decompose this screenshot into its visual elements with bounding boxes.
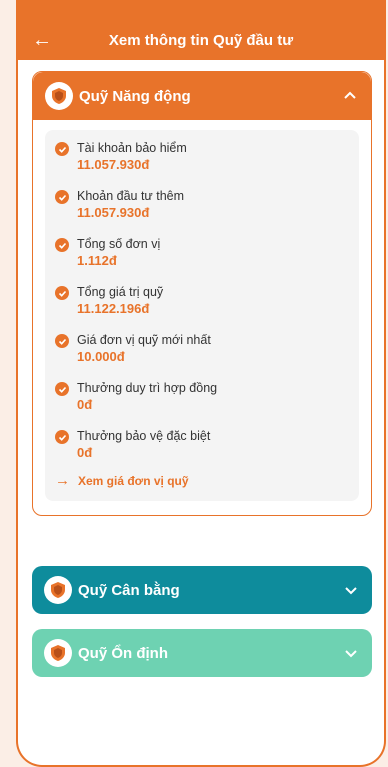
detail-label: Thưởng bảo vệ đặc biệt: [77, 429, 211, 443]
link-label: Xem giá đơn vị quỹ: [78, 473, 189, 488]
fund-header-on-dinh[interactable]: Quỹ Ổn định: [32, 629, 372, 677]
view-unit-price-link[interactable]: → Xem giá đơn vị quỹ: [55, 472, 349, 489]
detail-label: Tài khoản bảo hiểm: [77, 141, 187, 155]
fund-card-can-bang: Quỹ Cân bằng: [32, 566, 372, 614]
shield-icon: [44, 576, 72, 604]
detail-row: Tổng giá trị quỹ 11.122.196đ: [55, 284, 349, 318]
detail-row: Tài khoản bảo hiểm 11.057.930đ: [55, 140, 349, 174]
fund-title: Quỹ Ổn định: [78, 644, 168, 662]
detail-row: Tổng số đơn vị 1.112đ: [55, 236, 349, 270]
arrow-right-icon: →: [55, 472, 70, 489]
detail-value: 11.122.196đ: [77, 301, 150, 316]
detail-value: 0đ: [77, 445, 93, 460]
page-title: Xem thông tin Quỹ đầu tư: [108, 31, 294, 49]
detail-value: 10.000đ: [77, 349, 125, 364]
detail-value: 0đ: [77, 397, 93, 412]
check-icon: [55, 334, 69, 348]
detail-value: 11.057.930đ: [77, 157, 150, 172]
app-header: ← Xem thông tin Quỹ đầu tư: [18, 0, 384, 60]
phone-frame: ← Xem thông tin Quỹ đầu tư Quỹ Năng động…: [16, 0, 386, 767]
detail-value: 11.057.930đ: [77, 205, 150, 220]
back-arrow-icon[interactable]: ←: [32, 30, 52, 50]
chevron-up-icon[interactable]: [341, 87, 359, 105]
fund-card-nang-dong: Quỹ Năng động Tài khoản bảo hiểm 11.057.…: [32, 71, 372, 516]
detail-row: Thưởng duy trì hợp đồng 0đ: [55, 380, 349, 414]
check-icon: [55, 382, 69, 396]
check-icon: [55, 430, 69, 444]
detail-row: Giá đơn vị quỹ mới nhất 10.000đ: [55, 332, 349, 366]
detail-label: Thưởng duy trì hợp đồng: [77, 381, 218, 395]
fund-title: Quỹ Năng động: [79, 87, 191, 105]
detail-label: Tổng số đơn vị: [77, 237, 161, 251]
fund-details-panel: Tài khoản bảo hiểm 11.057.930đ Khoản đầu…: [45, 130, 359, 501]
fund-title: Quỹ Cân bằng: [78, 581, 180, 599]
check-icon: [55, 238, 69, 252]
chevron-down-icon[interactable]: [342, 581, 360, 599]
check-icon: [55, 190, 69, 204]
fund-header-nang-dong[interactable]: Quỹ Năng động: [33, 72, 371, 120]
chevron-down-icon[interactable]: [342, 644, 360, 662]
detail-row: Khoản đầu tư thêm 11.057.930đ: [55, 188, 349, 222]
detail-value: 1.112đ: [77, 253, 117, 268]
detail-label: Tổng giá trị quỹ: [77, 285, 164, 299]
detail-label: Khoản đầu tư thêm: [77, 189, 185, 203]
fund-header-can-bang[interactable]: Quỹ Cân bằng: [32, 566, 372, 614]
check-icon: [55, 286, 69, 300]
detail-row: Thưởng bảo vệ đặc biệt 0đ: [55, 428, 349, 462]
fund-card-on-dinh: Quỹ Ổn định: [32, 629, 372, 677]
shield-icon: [45, 82, 73, 110]
detail-label: Giá đơn vị quỹ mới nhất: [77, 333, 211, 347]
check-icon: [55, 142, 69, 156]
shield-icon: [44, 639, 72, 667]
